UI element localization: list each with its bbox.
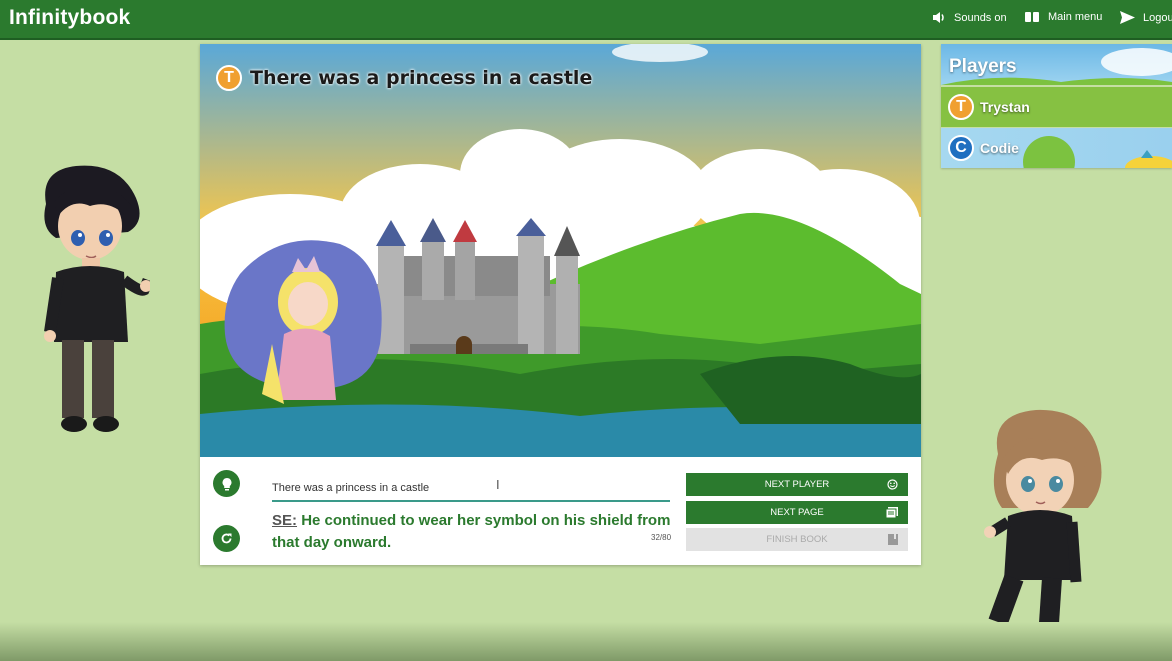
page-title-text: There was a princess in a castle xyxy=(250,67,593,89)
character-count: 32/80 xyxy=(651,533,672,542)
player-row-trystan[interactable]: T Trystan xyxy=(941,87,1172,127)
players-header: Players xyxy=(941,44,1172,85)
player-avatar: C xyxy=(948,135,974,161)
send-icon xyxy=(1120,11,1135,24)
lightbulb-icon xyxy=(222,477,231,490)
finish-book-label: FINISH BOOK xyxy=(766,534,828,545)
logout-link[interactable]: Logou xyxy=(1120,11,1172,24)
pages-icon xyxy=(886,507,898,518)
main-menu-link[interactable]: Main menu xyxy=(1024,11,1102,23)
bottom-shade xyxy=(0,622,1172,661)
logout-label: Logou xyxy=(1143,11,1172,24)
refresh-icon xyxy=(221,533,232,544)
story-text-input[interactable] xyxy=(272,476,670,502)
smiley-icon xyxy=(887,479,898,490)
book-icon xyxy=(888,534,898,545)
players-title: Players xyxy=(949,56,1017,77)
suggestion-body: He continued to wear her symbol on his s… xyxy=(272,512,671,551)
suggestion-text[interactable]: SE: He continued to wear her symbol on h… xyxy=(272,510,672,554)
refresh-suggestion-button[interactable] xyxy=(213,525,240,552)
top-nav-bar: Infinitybook Sounds on Main menu Logou xyxy=(0,0,1172,40)
next-page-label: NEXT PAGE xyxy=(770,507,824,518)
finish-book-button[interactable]: FINISH BOOK xyxy=(686,528,908,551)
hint-button[interactable] xyxy=(213,470,240,497)
player-name: Codie xyxy=(980,140,1019,156)
story-page-card: T There was a princess in a castle I SE:… xyxy=(200,44,921,565)
hills-decoration xyxy=(1023,136,1172,168)
players-panel: Players T Trystan C Codie xyxy=(941,44,1172,168)
player-name: Trystan xyxy=(980,99,1030,115)
page-title: T There was a princess in a castle xyxy=(216,65,592,91)
sounds-toggle[interactable]: Sounds on xyxy=(932,11,1007,24)
brand-logo[interactable]: Infinitybook xyxy=(9,6,130,30)
sounds-label: Sounds on xyxy=(954,11,1007,24)
next-player-label: NEXT PLAYER xyxy=(764,479,830,490)
text-cursor-icon: I xyxy=(496,477,500,492)
story-illustration xyxy=(200,44,921,457)
editor-controls: I SE: He continued to wear her symbol on… xyxy=(200,457,921,565)
main-menu-label: Main menu xyxy=(1048,11,1103,23)
speaker-icon xyxy=(933,12,944,23)
boy-character-illustration xyxy=(44,165,150,432)
book-icon xyxy=(1025,12,1039,22)
player-avatar: T xyxy=(948,94,974,120)
player-row-codie[interactable]: C Codie xyxy=(941,128,1172,168)
suggestion-prefix: SE: xyxy=(272,512,298,529)
next-player-button[interactable]: NEXT PLAYER xyxy=(686,473,908,496)
author-badge: T xyxy=(216,65,242,91)
girl-character-illustration xyxy=(974,409,1102,654)
next-page-button[interactable]: NEXT PAGE xyxy=(686,501,908,524)
